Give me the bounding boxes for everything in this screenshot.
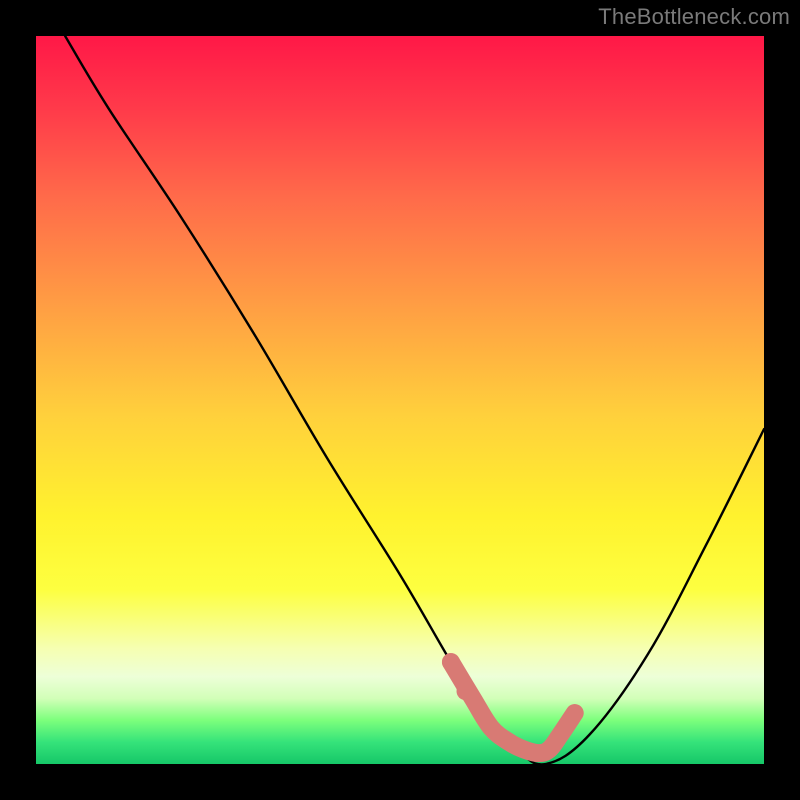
curve-svg [36, 36, 764, 764]
watermark-text: TheBottleneck.com [598, 4, 790, 30]
highlight-marker [457, 682, 475, 700]
highlight-band [451, 662, 575, 753]
bottleneck-curve [65, 36, 764, 764]
plot-area [36, 36, 764, 764]
highlight-marker [442, 653, 460, 671]
chart-frame: TheBottleneck.com [0, 0, 800, 800]
